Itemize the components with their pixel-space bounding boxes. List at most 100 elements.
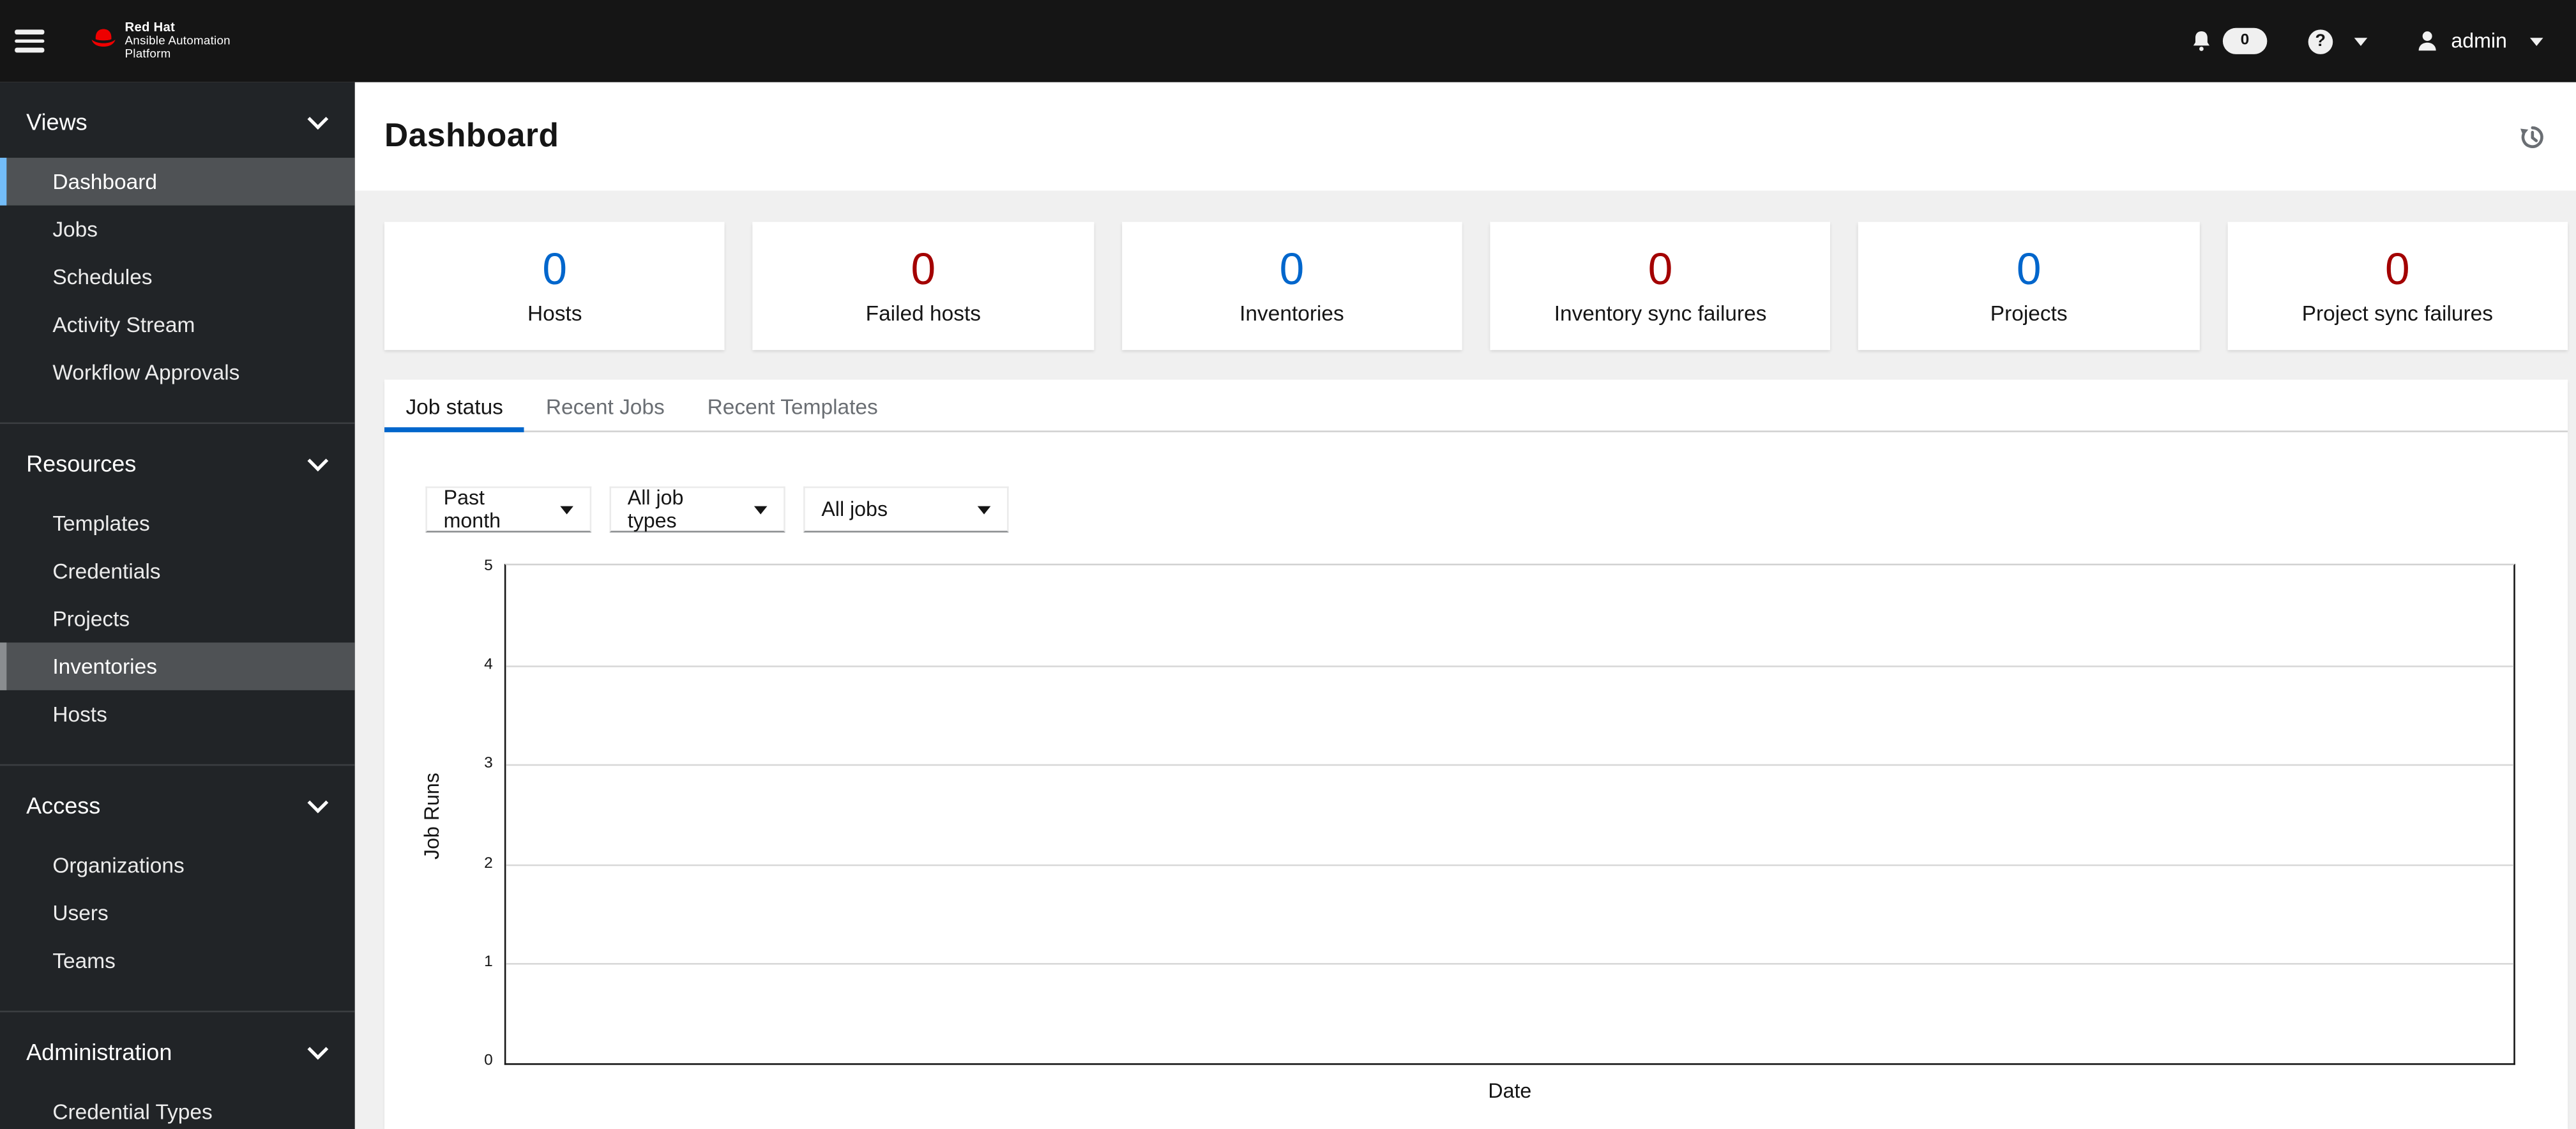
stat-card-inventories[interactable]: 0 Inventories bbox=[1121, 222, 1462, 351]
hamburger-icon bbox=[15, 29, 45, 34]
sidebar-item-users[interactable]: Users bbox=[0, 889, 355, 937]
gridline bbox=[506, 764, 2514, 766]
sidebar-section-resources: Resources Templates Credentials Projects… bbox=[0, 424, 355, 766]
help-menu-button[interactable]: ? bbox=[2308, 29, 2368, 54]
sidebar-item-projects[interactable]: Projects bbox=[0, 595, 355, 643]
sidebar-section-administration: Administration Credential Types Notifica… bbox=[0, 1012, 355, 1129]
tab-job-status[interactable]: Job status bbox=[384, 379, 524, 432]
chart-filters: Past month All job types All jobs bbox=[425, 486, 2568, 533]
stat-value[interactable]: 0 bbox=[2017, 246, 2042, 292]
user-menu-button[interactable]: admin bbox=[2415, 28, 2543, 54]
stat-cards-row: 0 Hosts 0 Failed hosts 0 Inventories 0 I… bbox=[384, 222, 2568, 351]
chart-plot-area bbox=[504, 563, 2515, 1065]
stat-value[interactable]: 0 bbox=[911, 246, 936, 292]
stat-label: Inventory sync failures bbox=[1554, 300, 1767, 326]
question-circle-icon: ? bbox=[2308, 29, 2333, 54]
brand-logo[interactable]: Red Hat Ansible Automation Platform bbox=[90, 19, 231, 61]
sidebar-item-organizations[interactable]: Organizations bbox=[0, 842, 355, 890]
stat-card-inventory-sync-failures[interactable]: 0 Inventory sync failures bbox=[1490, 222, 1831, 351]
sidebar-item-templates[interactable]: Templates bbox=[0, 499, 355, 547]
nav-toggle-button[interactable] bbox=[15, 20, 57, 63]
stat-label: Hosts bbox=[527, 300, 582, 326]
product-name-line2: Platform bbox=[125, 46, 171, 61]
dashboard-content: 0 Hosts 0 Failed hosts 0 Inventories 0 I… bbox=[355, 191, 2576, 1129]
x-axis-label: Date bbox=[1488, 1079, 1532, 1103]
sidebar-item-jobs[interactable]: Jobs bbox=[0, 206, 355, 254]
sidebar-section-views: Views Dashboard Jobs Schedules Activity … bbox=[0, 82, 355, 424]
job-filter-select[interactable]: All jobs bbox=[803, 486, 1009, 533]
section-title: Access bbox=[26, 792, 101, 819]
job-status-panel: Job status Recent Jobs Recent Templates … bbox=[384, 379, 2568, 1129]
chevron-down-icon bbox=[307, 1038, 329, 1059]
sidebar-section-administration-header[interactable]: Administration bbox=[0, 1035, 355, 1068]
sidebar-item-inventories[interactable]: Inventories bbox=[0, 642, 355, 690]
section-title: Resources bbox=[26, 450, 137, 477]
y-tick: 1 bbox=[484, 953, 493, 971]
stat-value[interactable]: 0 bbox=[1648, 246, 1673, 292]
period-select[interactable]: Past month bbox=[425, 486, 592, 533]
sidebar-item-hosts[interactable]: Hosts bbox=[0, 690, 355, 738]
stat-card-projects[interactable]: 0 Projects bbox=[1858, 222, 2199, 351]
stat-card-project-sync-failures[interactable]: 0 Project sync failures bbox=[2227, 222, 2568, 351]
user-icon bbox=[2418, 31, 2436, 51]
history-button[interactable] bbox=[2519, 123, 2547, 151]
ansible-automation-platform-app: Red Hat Ansible Automation Platform 0 ? bbox=[0, 0, 2576, 1129]
notifications-button[interactable]: 0 bbox=[2190, 27, 2268, 55]
top-navbar: Red Hat Ansible Automation Platform 0 ? bbox=[0, 0, 2576, 82]
sidebar-item-schedules[interactable]: Schedules bbox=[0, 253, 355, 301]
stat-value[interactable]: 0 bbox=[1280, 246, 1305, 292]
stat-value[interactable]: 0 bbox=[2385, 246, 2410, 292]
caret-down-icon bbox=[2529, 36, 2543, 45]
stat-label: Inventories bbox=[1239, 300, 1344, 326]
y-tick: 4 bbox=[484, 655, 493, 674]
sidebar-item-dashboard[interactable]: Dashboard bbox=[0, 158, 355, 206]
job-runs-chart: Job Runs 5 4 3 2 1 0 Date bbox=[384, 557, 2568, 1129]
caret-down-icon bbox=[560, 505, 573, 514]
y-tick: 5 bbox=[484, 557, 493, 575]
history-icon bbox=[2520, 125, 2543, 148]
period-select-value: Past month bbox=[443, 486, 501, 533]
sidebar-section-access-header[interactable]: Access bbox=[0, 789, 355, 821]
brand-name: Red Hat bbox=[125, 19, 176, 34]
section-title: Views bbox=[26, 108, 87, 135]
sidebar-section-resources-header[interactable]: Resources bbox=[0, 447, 355, 480]
caret-down-icon bbox=[977, 505, 991, 514]
y-tick: 2 bbox=[484, 854, 493, 873]
sidebar-item-activity-stream[interactable]: Activity Stream bbox=[0, 301, 355, 349]
panel-tabs: Job status Recent Jobs Recent Templates bbox=[384, 379, 2568, 432]
page-title: Dashboard bbox=[384, 117, 559, 154]
sidebar-section-access: Access Organizations Users Teams bbox=[0, 766, 355, 1013]
y-tick: 0 bbox=[484, 1052, 493, 1070]
job-type-select[interactable]: All job types bbox=[609, 486, 785, 533]
brand-text: Red Hat Ansible Automation Platform bbox=[125, 19, 231, 61]
tab-recent-jobs[interactable]: Recent Jobs bbox=[524, 379, 686, 432]
chevron-down-icon bbox=[307, 450, 329, 471]
sidebar-section-views-header[interactable]: Views bbox=[0, 105, 355, 138]
red-hat-fedora-icon bbox=[91, 28, 116, 46]
notification-badge: 0 bbox=[2222, 27, 2268, 55]
tab-recent-templates[interactable]: Recent Templates bbox=[686, 379, 899, 432]
sidebar-item-workflow-approvals[interactable]: Workflow Approvals bbox=[0, 349, 355, 397]
y-tick: 3 bbox=[484, 754, 493, 773]
main-content: Dashboard 0 Hosts 0 Failed hosts 0 Inven… bbox=[354, 82, 2576, 1129]
sidebar-item-teams[interactable]: Teams bbox=[0, 937, 355, 985]
y-axis-label: Job Runs bbox=[420, 773, 444, 860]
chevron-down-icon bbox=[307, 107, 329, 129]
stat-label: Failed hosts bbox=[865, 300, 981, 326]
stat-label: Projects bbox=[1990, 300, 2068, 326]
job-type-select-value: All job types bbox=[627, 486, 684, 533]
stat-value[interactable]: 0 bbox=[542, 246, 567, 292]
caret-down-icon bbox=[754, 505, 768, 514]
stat-card-failed-hosts[interactable]: 0 Failed hosts bbox=[753, 222, 1094, 351]
sidebar-nav: Views Dashboard Jobs Schedules Activity … bbox=[0, 82, 355, 1129]
chevron-down-icon bbox=[307, 791, 329, 813]
username-label: admin bbox=[2451, 29, 2507, 53]
gridline bbox=[506, 665, 2514, 667]
stat-card-hosts[interactable]: 0 Hosts bbox=[384, 222, 725, 351]
section-title: Administration bbox=[26, 1038, 172, 1065]
bell-icon bbox=[2193, 31, 2209, 51]
sidebar-item-credentials[interactable]: Credentials bbox=[0, 547, 355, 595]
gridline bbox=[506, 964, 2514, 966]
sidebar-item-credential-types[interactable]: Credential Types bbox=[0, 1088, 355, 1129]
job-filter-select-value: All jobs bbox=[821, 497, 888, 521]
